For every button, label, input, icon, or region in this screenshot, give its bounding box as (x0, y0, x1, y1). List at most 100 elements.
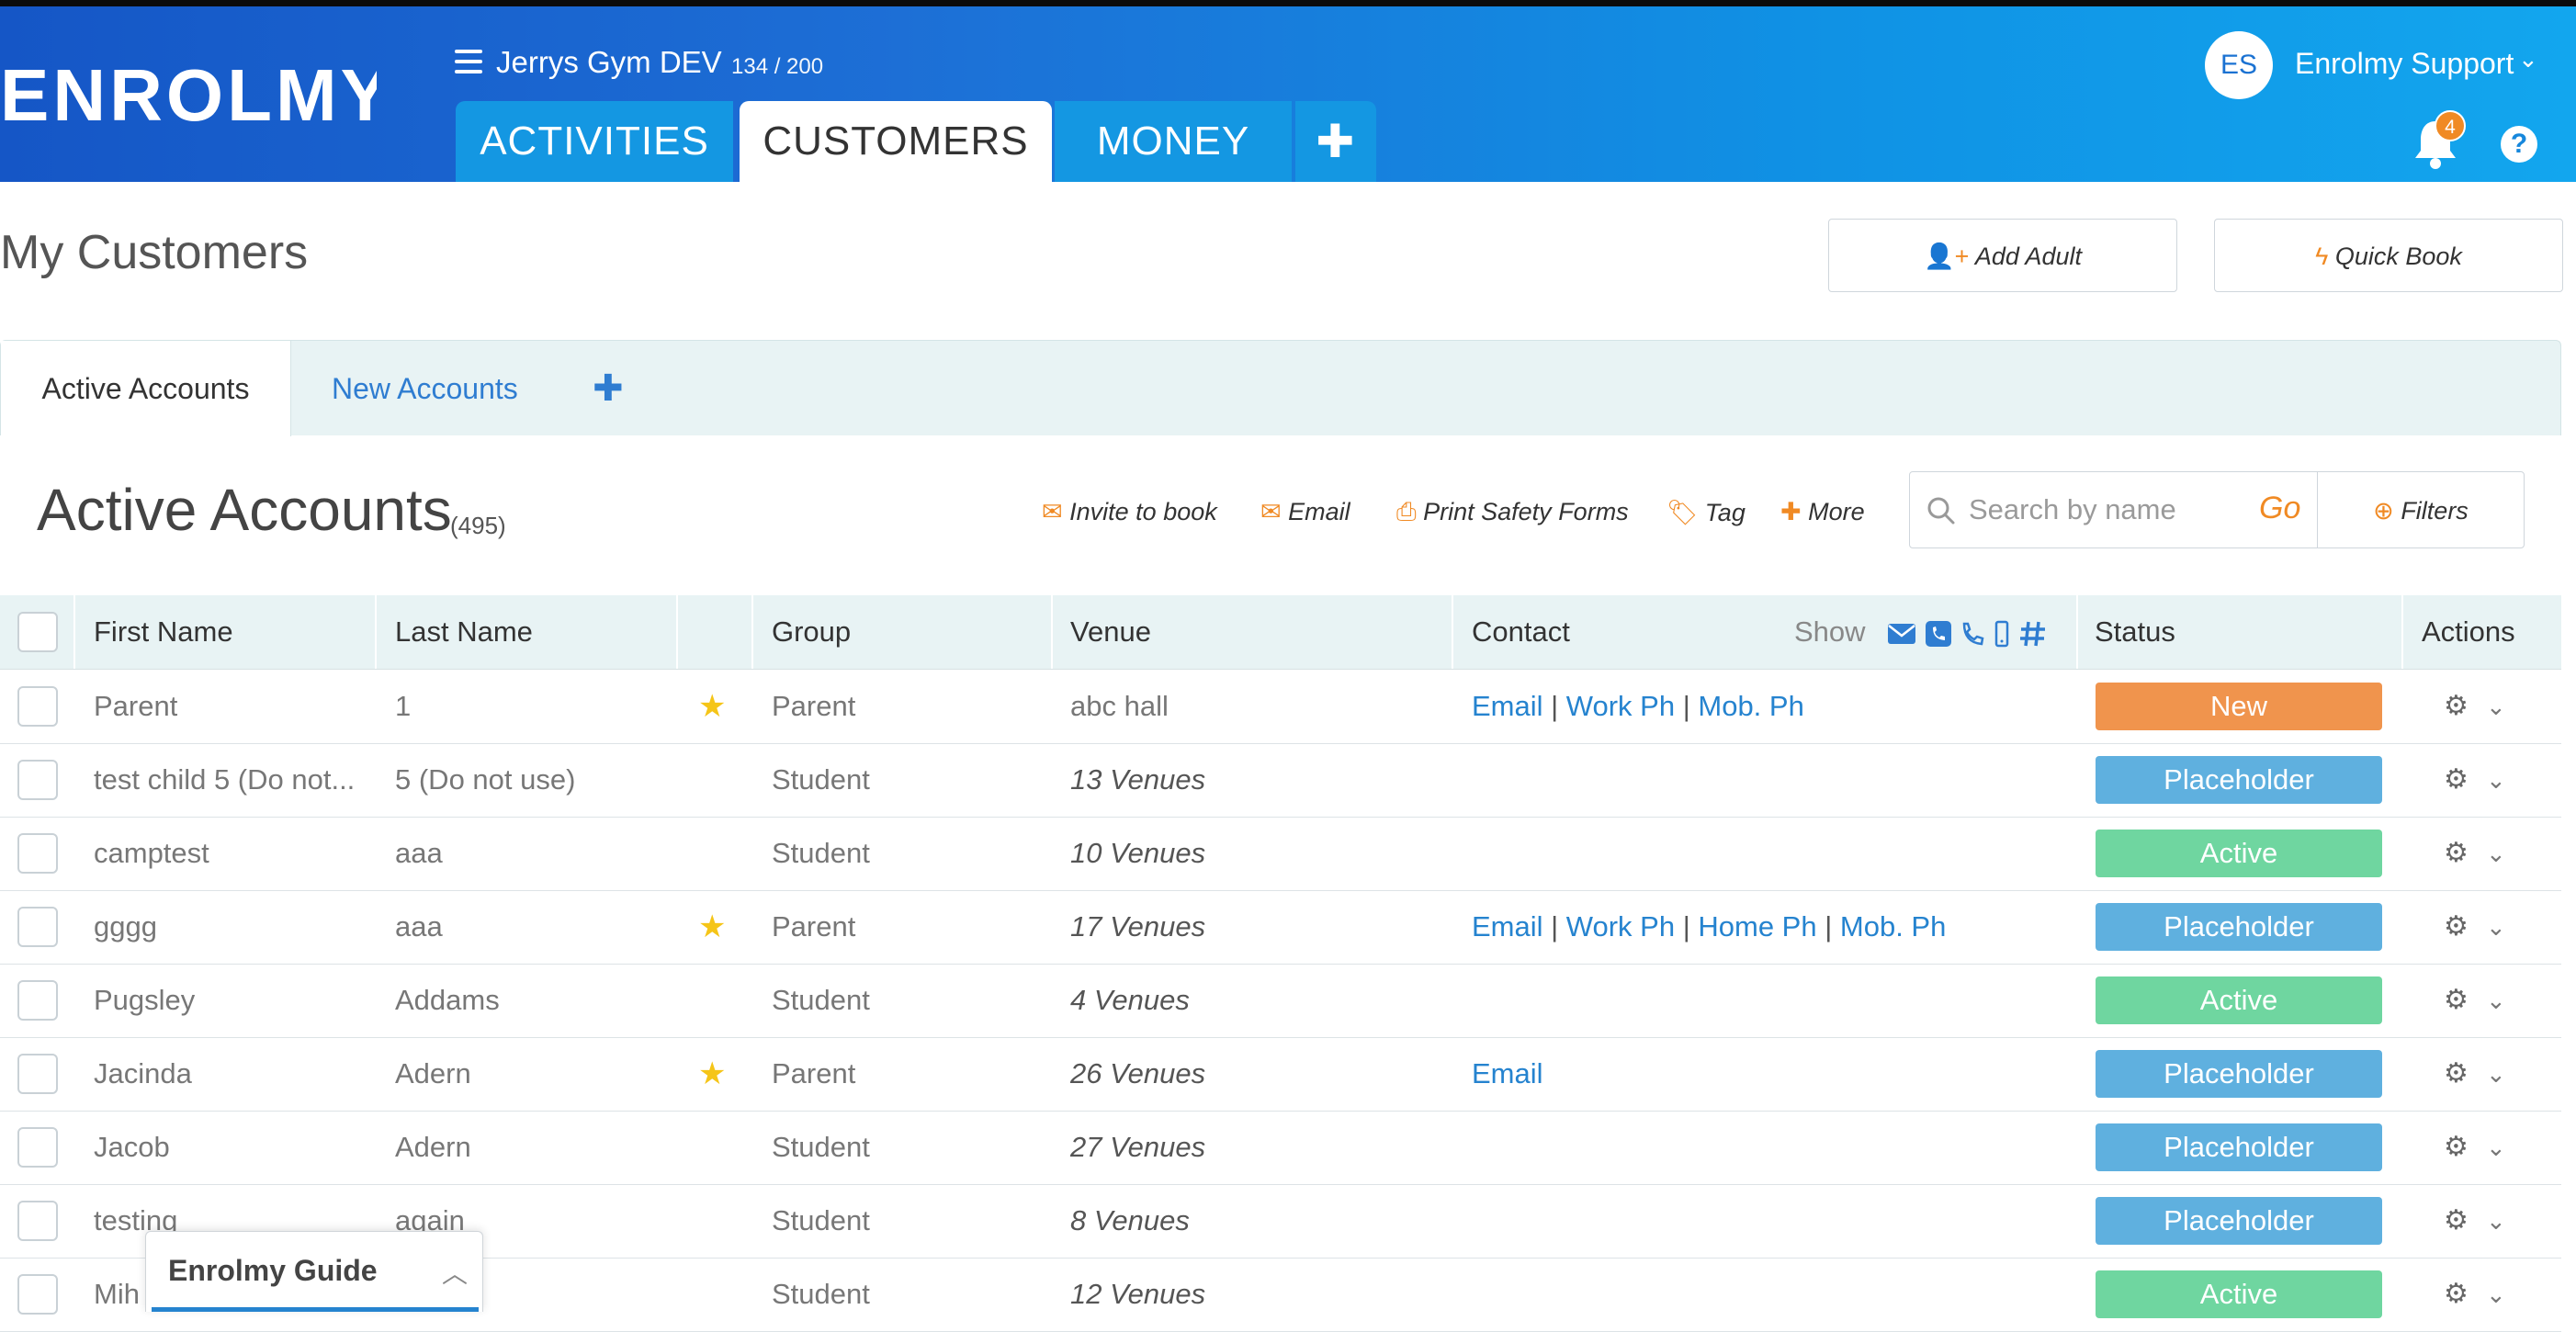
envelope-icon[interactable] (1887, 622, 1916, 646)
venue-cell[interactable]: 26 Venues (1070, 1037, 1205, 1111)
last-name-cell[interactable]: 5 (Do not use) (395, 743, 575, 817)
print-safety-forms-link[interactable]: ⎙ Print Safety Forms (1396, 498, 1629, 527)
row-checkbox[interactable] (17, 760, 58, 800)
first-name-cell[interactable]: camptest (94, 817, 209, 890)
avatar[interactable]: ES (2205, 31, 2273, 99)
column-last-name[interactable]: Last Name (395, 595, 533, 669)
row-checkbox[interactable] (17, 980, 58, 1021)
tab-activities[interactable]: ACTIVITIES (456, 101, 733, 182)
enrolmy-logo[interactable]: ENROLMY (0, 60, 377, 130)
last-name-cell[interactable]: Addams (395, 964, 500, 1037)
add-subtab-button[interactable]: ✚ (593, 341, 624, 436)
table-row[interactable]: Pugsley Addams Student 4 Venues Active ⚙ ⌄ (0, 964, 2561, 1038)
contact-link[interactable]: Home Ph (1698, 910, 1816, 943)
invite-to-book-link[interactable]: ✉ Invite to book (1042, 498, 1217, 526)
last-name-cell[interactable]: Adern (395, 1111, 471, 1184)
add-tab-button[interactable]: ✚ (1295, 101, 1376, 182)
row-checkbox[interactable] (17, 1127, 58, 1168)
column-group[interactable]: Group (772, 595, 851, 669)
gear-icon[interactable]: ⚙ (2444, 1111, 2469, 1184)
filters-button[interactable]: ⊕ Filters (2317, 471, 2525, 548)
venue-cell[interactable]: 12 Venues (1070, 1258, 1205, 1331)
gear-icon[interactable]: ⚙ (2444, 743, 2469, 817)
venue-cell[interactable]: 8 Venues (1070, 1184, 1190, 1258)
table-row[interactable]: gggg aaa ★ Parent 17 Venues Email | Work Ph |… (0, 890, 2561, 965)
chevron-down-icon[interactable]: ⌄ (2518, 45, 2538, 73)
contact-link[interactable]: Email (1472, 910, 1543, 943)
row-checkbox[interactable] (17, 833, 58, 874)
contact-link[interactable]: Email (1472, 690, 1543, 722)
gear-icon[interactable]: ⚙ (2444, 964, 2469, 1037)
gear-icon[interactable]: ⚙ (2444, 1258, 2469, 1331)
last-name-cell[interactable]: aaa (395, 890, 443, 964)
tab-customers[interactable]: CUSTOMERS (740, 101, 1052, 182)
column-contact[interactable]: Contact (1472, 595, 1570, 669)
star-icon[interactable]: ★ (698, 670, 726, 743)
phone-square-icon[interactable] (1925, 620, 1952, 648)
chevron-down-icon[interactable]: ⌄ (2486, 890, 2506, 964)
gear-icon[interactable]: ⚙ (2444, 817, 2469, 890)
table-row[interactable]: Jacob Adern Student 27 Venues Placeholder ⚙ ⌄ (0, 1111, 2561, 1185)
last-name-cell[interactable]: Adern (395, 1037, 471, 1111)
gear-icon[interactable]: ⚙ (2444, 670, 2469, 743)
first-name-cell[interactable]: gggg (94, 890, 157, 964)
chevron-down-icon[interactable]: ⌄ (2486, 1184, 2506, 1258)
last-name-cell[interactable]: 1 (395, 670, 411, 743)
column-status[interactable]: Status (2095, 595, 2175, 669)
contact-link[interactable]: Work Ph (1566, 910, 1675, 943)
phone-icon[interactable] (1960, 620, 1985, 648)
first-name-cell[interactable]: Mih (94, 1258, 140, 1331)
table-row[interactable]: Parent 1 ★ Parent abc hall Email | Work Ph | … (0, 670, 2561, 744)
tab-new-accounts[interactable]: New Accounts (332, 341, 518, 436)
search-input[interactable] (1967, 489, 2237, 531)
chevron-down-icon[interactable]: ⌄ (2486, 743, 2506, 817)
select-all-checkbox[interactable] (17, 612, 58, 652)
contact-link[interactable]: Mob. Ph (1840, 910, 1946, 943)
org-name[interactable]: Jerrys Gym DEV (496, 45, 722, 80)
row-checkbox[interactable] (17, 1201, 58, 1241)
venue-cell[interactable]: 10 Venues (1070, 817, 1205, 890)
contact-link[interactable]: Mob. Ph (1698, 690, 1803, 722)
tab-active-accounts[interactable]: Active Accounts (1, 341, 291, 436)
menu-icon[interactable] (455, 50, 482, 73)
chevron-down-icon[interactable]: ⌄ (2486, 817, 2506, 890)
help-icon[interactable]: ? (2501, 126, 2537, 163)
venue-cell[interactable]: 17 Venues (1070, 890, 1205, 964)
table-row[interactable]: Jacinda Adern ★ Parent 26 Venues Email Placeho… (0, 1037, 2561, 1112)
row-checkbox[interactable] (17, 907, 58, 947)
enrolmy-guide-widget[interactable]: Enrolmy Guide ︿ (145, 1231, 483, 1312)
add-adult-button[interactable]: 👤+ Add Adult (1828, 219, 2177, 292)
mobile-icon[interactable] (1994, 620, 2010, 648)
user-menu-name[interactable]: Enrolmy Support (2295, 47, 2514, 81)
first-name-cell[interactable]: Pugsley (94, 964, 195, 1037)
tab-money[interactable]: MONEY (1055, 101, 1292, 182)
gear-icon[interactable]: ⚙ (2444, 890, 2469, 964)
chevron-down-icon[interactable]: ⌄ (2486, 964, 2506, 1037)
row-checkbox[interactable] (17, 1274, 58, 1315)
first-name-cell[interactable]: test child 5 (Do not... (94, 743, 355, 817)
first-name-cell[interactable]: Jacob (94, 1111, 170, 1184)
gear-icon[interactable]: ⚙ (2444, 1184, 2469, 1258)
column-venue[interactable]: Venue (1070, 595, 1151, 669)
table-row[interactable]: camptest aaa Student 10 Venues Active ⚙ ⌄ (0, 817, 2561, 891)
email-link[interactable]: ✉ Email (1260, 498, 1350, 526)
table-row[interactable]: test child 5 (Do not... 5 (Do not use) Stu… (0, 743, 2561, 818)
chevron-up-icon[interactable]: ︿ (442, 1254, 468, 1291)
gear-icon[interactable]: ⚙ (2444, 1037, 2469, 1111)
last-name-cell[interactable]: aaa (395, 817, 443, 890)
chevron-down-icon[interactable]: ⌄ (2486, 1111, 2506, 1184)
star-icon[interactable]: ★ (698, 890, 726, 964)
chevron-down-icon[interactable]: ⌄ (2486, 1258, 2506, 1331)
star-icon[interactable]: ★ (698, 1037, 726, 1111)
first-name-cell[interactable]: Parent (94, 670, 177, 743)
first-name-cell[interactable]: Jacinda (94, 1037, 192, 1111)
row-checkbox[interactable] (17, 686, 58, 727)
contact-link[interactable]: Email (1472, 1057, 1543, 1089)
row-checkbox[interactable] (17, 1054, 58, 1094)
go-button[interactable]: Go (2259, 491, 2300, 526)
chevron-down-icon[interactable]: ⌄ (2486, 1037, 2506, 1111)
chevron-down-icon[interactable]: ⌄ (2486, 670, 2506, 743)
column-first-name[interactable]: First Name (94, 595, 233, 669)
tag-link[interactable]: 🏷 Tag (1666, 498, 1746, 527)
more-link[interactable]: ✚ More (1780, 498, 1865, 526)
